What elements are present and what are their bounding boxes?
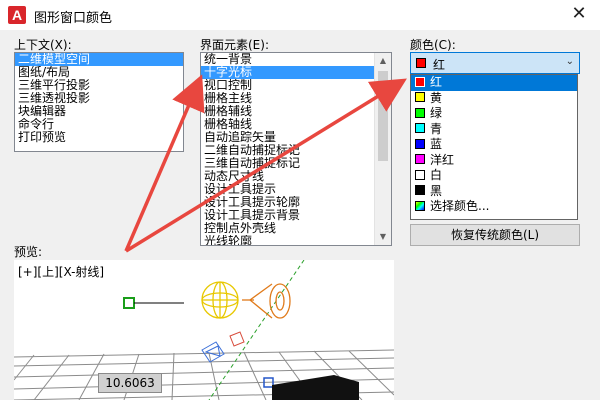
color-option-label: 红: [430, 75, 443, 89]
color-swatch-icon: [415, 169, 425, 180]
elements-list-item[interactable]: 十字光标: [201, 66, 374, 79]
color-swatch-icon: [415, 154, 425, 164]
color-swatch-icon: [415, 92, 425, 102]
elements-list-item[interactable]: 三维自动捕捉标记: [201, 157, 374, 170]
color-option-label: 黄: [430, 90, 443, 105]
elements-list-item[interactable]: 栅格轴线: [201, 118, 374, 131]
autocad-logo-icon: A: [8, 6, 26, 24]
color-option[interactable]: 绿: [411, 106, 577, 122]
scroll-down-icon[interactable]: ▼: [375, 229, 391, 245]
color-swatch-icon: [415, 138, 425, 149]
elements-scrollbar[interactable]: ▲ ▼: [374, 53, 391, 245]
context-list-item[interactable]: 三维透视投影: [15, 92, 183, 105]
preview-label: 预览:: [14, 245, 43, 259]
preview-scene: [14, 260, 394, 400]
color-option-label: 洋红: [430, 152, 455, 167]
scroll-up-icon[interactable]: ▲: [375, 53, 391, 69]
context-list[interactable]: 二维模型空间 图纸/布局 三维平行投影 三维透视投影 块编辑器 命令行 打印预览: [14, 52, 184, 152]
context-list-item[interactable]: 图纸/布局: [15, 66, 183, 79]
context-list-item[interactable]: 二维模型空间: [15, 53, 183, 66]
elements-list-item[interactable]: 设计工具提示背景: [201, 209, 374, 222]
selected-color-swatch: [416, 58, 426, 68]
chevron-down-icon[interactable]: ⌄: [566, 56, 574, 67]
color-swatch-icon: [415, 107, 425, 118]
context-list-item[interactable]: 三维平行投影: [15, 79, 183, 92]
title-bar: A 图形窗口颜色 ✕: [0, 0, 600, 30]
color-swatch-icon: [415, 185, 425, 195]
color-option-label: 蓝: [430, 137, 443, 151]
elements-list-item[interactable]: 自动追踪矢量: [201, 131, 374, 144]
context-list-item[interactable]: 打印预览: [15, 131, 183, 144]
elements-list-item[interactable]: 栅格主线: [201, 92, 374, 105]
color-option-label: 青: [430, 121, 443, 136]
elements-list-item[interactable]: 视口控制: [201, 79, 374, 92]
context-list-item[interactable]: 命令行: [15, 118, 183, 131]
color-option[interactable]: 洋红: [411, 153, 577, 169]
elements-list[interactable]: 统一背景 十字光标 视口控制 栅格主线 栅格辅线 栅格轴线 自动追踪矢量 二维自动捕捉标记 三维…: [200, 52, 392, 246]
elements-list-item[interactable]: 设计工具提示: [201, 183, 374, 196]
elements-list-item[interactable]: 统一背景: [201, 53, 374, 66]
elements-list-item[interactable]: 控制点外壳线: [201, 222, 374, 235]
preview-viewport: [+][上][X-射线] 10.6063: [14, 260, 394, 400]
color-option[interactable]: 白: [411, 168, 577, 184]
color-dropdown-list[interactable]: 红黄绿青蓝洋红白黑选择颜色...: [410, 74, 578, 220]
color-option[interactable]: 选择颜色...: [411, 199, 577, 215]
color-combo-value: 红: [433, 58, 446, 72]
elements-list-item[interactable]: 设计工具提示轮廓: [201, 196, 374, 209]
color-option-label: 白: [430, 168, 443, 182]
color-combo[interactable]: 红 ⌄: [410, 52, 580, 74]
close-button[interactable]: ✕: [566, 4, 592, 26]
dynamic-input-tooltip: 10.6063: [98, 373, 162, 393]
color-label: 颜色(C):: [410, 38, 456, 52]
color-option[interactable]: 黄: [411, 91, 577, 107]
color-option-label: 黑: [430, 183, 443, 198]
elements-list-item[interactable]: 动态尺寸线: [201, 170, 374, 183]
color-option[interactable]: 青: [411, 122, 577, 138]
color-option[interactable]: 蓝: [411, 137, 577, 153]
context-list-item[interactable]: 块编辑器: [15, 105, 183, 118]
color-swatch-icon: [415, 76, 425, 87]
elements-list-item[interactable]: 栅格辅线: [201, 105, 374, 118]
color-option[interactable]: 红: [411, 75, 577, 91]
color-option[interactable]: 黑: [411, 184, 577, 200]
scroll-thumb[interactable]: [378, 71, 388, 161]
viewport-label: [+][上][X-射线]: [18, 265, 105, 279]
color-swatch-icon: [415, 123, 425, 133]
elements-list-item[interactable]: 二维自动捕捉标记: [201, 144, 374, 157]
restore-classic-colors-button[interactable]: 恢复传统颜色(L): [410, 224, 580, 246]
color-swatch-icon: [415, 200, 425, 211]
elements-label: 界面元素(E):: [200, 38, 269, 52]
color-option-label: 绿: [430, 106, 443, 120]
elements-list-item[interactable]: 光线轮廓: [201, 235, 374, 245]
color-option-label: 选择颜色...: [430, 199, 490, 213]
context-label: 上下文(X):: [14, 38, 72, 52]
window-title: 图形窗口颜色: [34, 11, 113, 26]
